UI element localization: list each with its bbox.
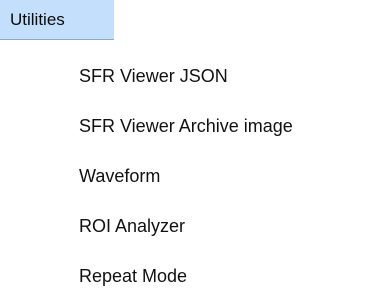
roi-analyzer-menu-item[interactable]: ROI Analyzer <box>0 202 374 250</box>
waveform-menu-item[interactable]: Waveform <box>0 152 374 200</box>
sfr-viewer-json-menu-item[interactable]: SFR Viewer JSON <box>0 52 374 100</box>
utilities-dropdown-menu: SFR Viewer JSON SFR Viewer Archive image… <box>0 44 374 302</box>
repeat-mode-menu-item[interactable]: Repeat Mode <box>0 252 374 300</box>
utilities-menu-screen: Utilities SFR Viewer JSON SFR Viewer Arc… <box>0 0 374 302</box>
menu-bar: Utilities <box>0 0 374 40</box>
sfr-viewer-archive-image-menu-item[interactable]: SFR Viewer Archive image <box>0 102 374 150</box>
utilities-menu-button[interactable]: Utilities <box>0 0 114 40</box>
